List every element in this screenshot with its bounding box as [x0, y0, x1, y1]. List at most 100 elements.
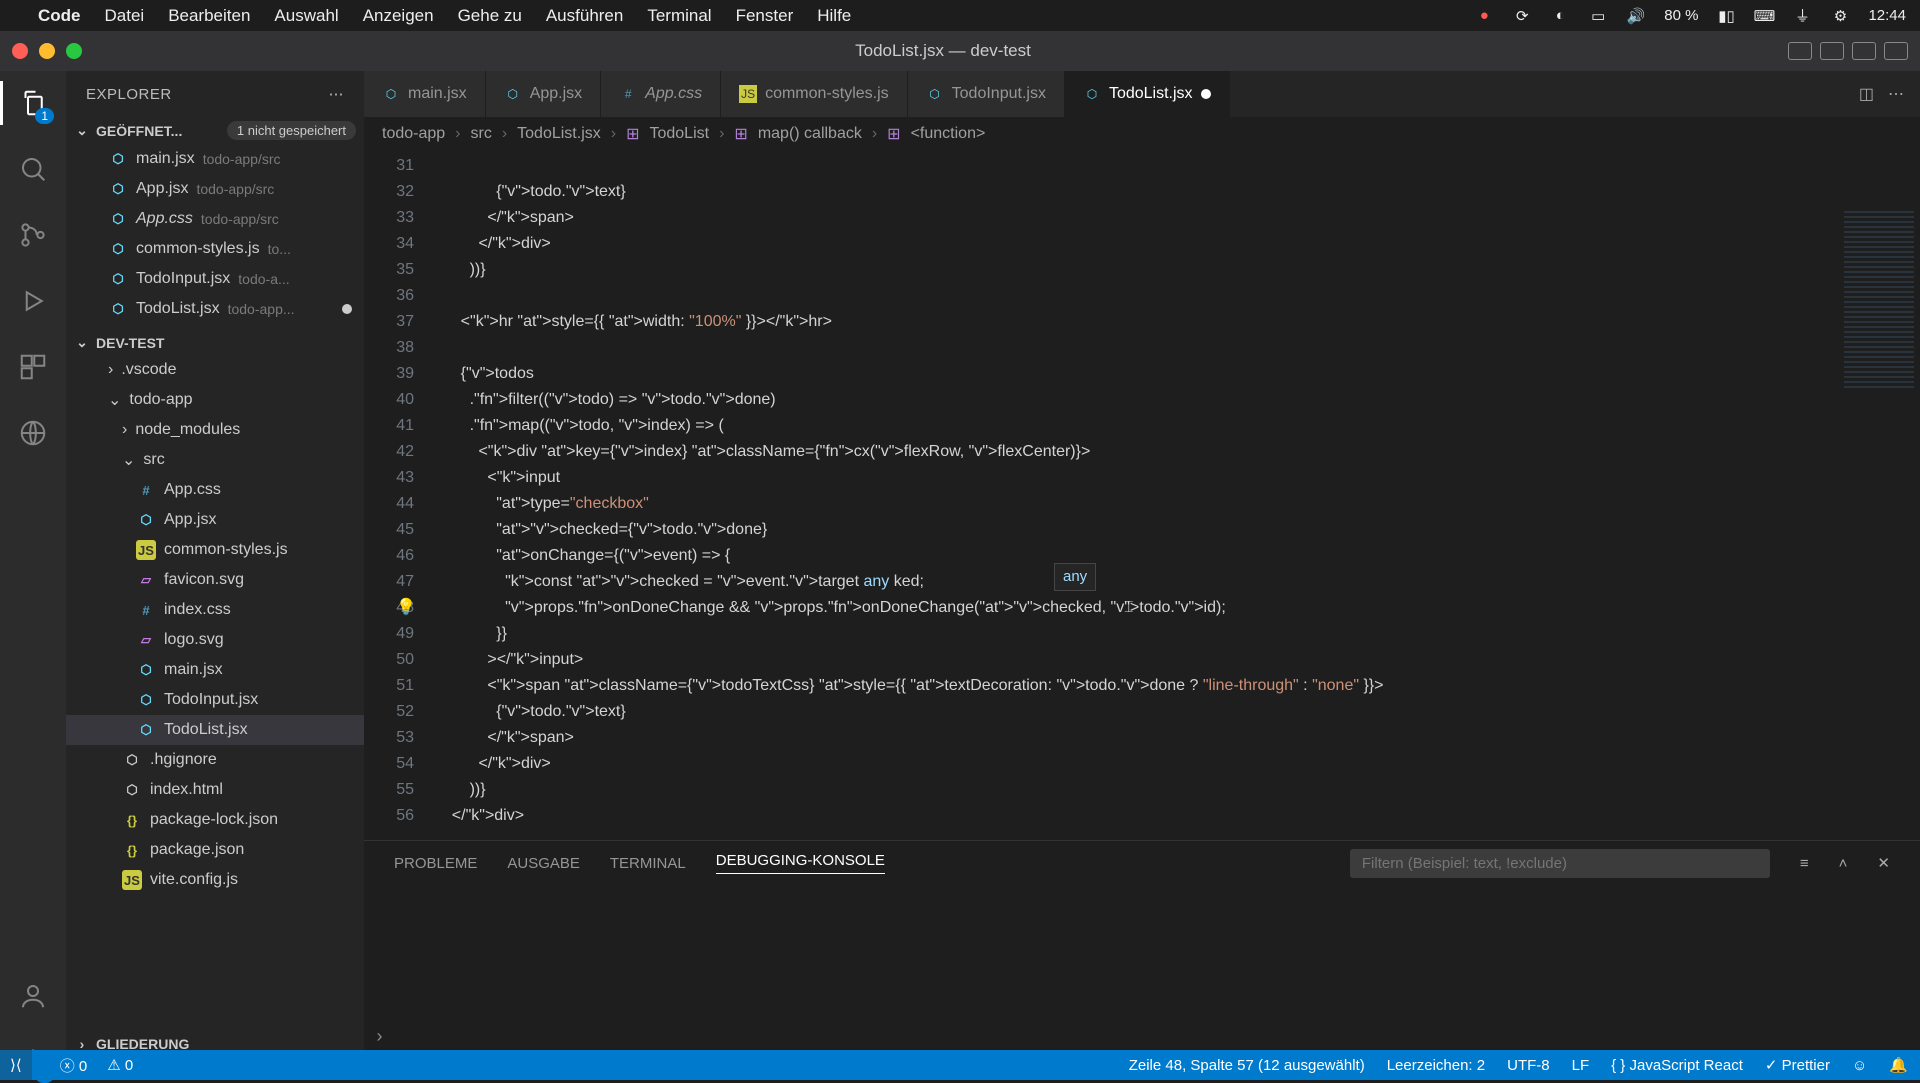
file-item[interactable]: ⬡main.jsx: [66, 655, 364, 685]
lightbulb-icon[interactable]: 💡: [396, 595, 416, 621]
editor-tab[interactable]: ⬡main.jsx: [364, 71, 486, 117]
toggle-sidebar-icon[interactable]: [1788, 42, 1812, 60]
sync-icon[interactable]: ⟳: [1512, 9, 1532, 23]
file-item[interactable]: ⬡TodoList.jsx: [66, 715, 364, 745]
editor-tab[interactable]: ⬡App.jsx: [486, 71, 601, 117]
folder-item[interactable]: ⌄todo-app: [66, 385, 364, 415]
menu-view[interactable]: Anzeigen: [363, 6, 434, 26]
open-editor-item[interactable]: ⬡main.jsx todo-app/src: [66, 144, 364, 174]
breadcrumb[interactable]: todo-app›src›TodoList.jsx›⊞TodoList›⊞map…: [364, 117, 1920, 151]
menu-run[interactable]: Ausführen: [546, 6, 624, 26]
activity-remote-icon[interactable]: [15, 415, 51, 451]
project-header[interactable]: ⌄ DEV-TEST: [66, 330, 364, 355]
file-item[interactable]: ▱logo.svg: [66, 625, 364, 655]
file-item[interactable]: JSvite.config.js: [66, 865, 364, 895]
editor-tab[interactable]: JScommon-styles.js: [721, 71, 908, 117]
status-cursor-position[interactable]: Zeile 48, Spalte 57 (12 ausgewählt): [1129, 1057, 1365, 1074]
minimap[interactable]: [1824, 151, 1920, 840]
status-language[interactable]: { } JavaScript React: [1611, 1057, 1743, 1074]
file-item[interactable]: ▱favicon.svg: [66, 565, 364, 595]
sidebar-more-icon[interactable]: ⋯: [329, 85, 345, 103]
file-item[interactable]: ⬡App.jsx: [66, 505, 364, 535]
panel-tab-problems[interactable]: PROBLEME: [394, 855, 477, 872]
open-editor-item[interactable]: ⬡TodoInput.jsx todo-a...: [66, 264, 364, 294]
activity-source-control-icon[interactable]: [15, 217, 51, 253]
dnd-icon[interactable]: ◐: [1550, 9, 1570, 23]
menu-selection[interactable]: Auswahl: [274, 6, 338, 26]
code-editor[interactable]: {"v">todo."v">text} </"k">span> </"k">di…: [434, 151, 1824, 840]
toggle-secondary-sidebar-icon[interactable]: [1852, 42, 1876, 60]
panel-tab-debug-console[interactable]: DEBUGGING-KONSOLE: [716, 852, 885, 874]
editor-tab[interactable]: ⬡TodoList.jsx: [1065, 71, 1230, 117]
breadcrumb-item[interactable]: map() callback: [758, 125, 862, 143]
breadcrumb-item[interactable]: <function>: [911, 125, 986, 143]
open-editor-item[interactable]: ⬡App.css todo-app/src: [66, 204, 364, 234]
folder-item[interactable]: ›.vscode: [66, 355, 364, 385]
open-editor-item[interactable]: ⬡TodoList.jsx todo-app...: [66, 294, 364, 324]
folder-item[interactable]: ›node_modules: [66, 415, 364, 445]
wifi-icon[interactable]: ⏚: [1792, 9, 1812, 23]
status-eol[interactable]: LF: [1572, 1057, 1590, 1074]
window-close-button[interactable]: [12, 43, 28, 59]
breadcrumb-item[interactable]: src: [471, 125, 492, 143]
activity-explorer-icon[interactable]: 1: [15, 85, 51, 121]
window-maximize-button[interactable]: [66, 43, 82, 59]
file-icon: #: [136, 480, 156, 500]
panel-settings-icon[interactable]: ≡: [1800, 855, 1809, 872]
menu-help[interactable]: Hilfe: [817, 6, 851, 26]
activity-search-icon[interactable]: [15, 151, 51, 187]
control-center-icon[interactable]: ⚙: [1830, 9, 1850, 23]
status-indent[interactable]: Leerzeichen: 2: [1387, 1057, 1485, 1074]
file-item[interactable]: {}package-lock.json: [66, 805, 364, 835]
menubar-app-name[interactable]: Code: [38, 6, 81, 26]
file-item[interactable]: ⬡index.html: [66, 775, 364, 805]
activity-extensions-icon[interactable]: [15, 349, 51, 385]
menu-file[interactable]: Datei: [105, 6, 145, 26]
breadcrumb-item[interactable]: TodoList.jsx: [517, 125, 601, 143]
breadcrumb-item[interactable]: TodoList: [649, 125, 709, 143]
split-editor-icon[interactable]: ◫: [1859, 84, 1874, 104]
open-editor-item[interactable]: ⬡App.jsx todo-app/src: [66, 174, 364, 204]
activity-account-icon[interactable]: [15, 978, 51, 1014]
bottom-panel: PROBLEME AUSGABE TERMINAL DEBUGGING-KONS…: [364, 840, 1920, 1080]
status-errors[interactable]: ⓧ 0: [60, 1055, 88, 1076]
menu-edit[interactable]: Bearbeiten: [168, 6, 250, 26]
volume-icon[interactable]: 🔊: [1626, 9, 1646, 23]
remote-indicator[interactable]: ⟩⟨: [0, 1050, 32, 1080]
menu-window[interactable]: Fenster: [736, 6, 794, 26]
file-item[interactable]: ⬡TodoInput.jsx: [66, 685, 364, 715]
keyboard-layout-icon[interactable]: ⌨: [1754, 9, 1774, 23]
file-item[interactable]: JScommon-styles.js: [66, 535, 364, 565]
editor-tab[interactable]: ⬡TodoInput.jsx: [908, 71, 1065, 117]
panel-close-icon[interactable]: ✕: [1877, 854, 1890, 872]
panel-tab-terminal[interactable]: TERMINAL: [610, 855, 686, 872]
open-editors-header[interactable]: ⌄ GEÖFFNET... 1 nicht gespeichert: [66, 117, 364, 144]
status-warnings[interactable]: ⚠ 0: [107, 1056, 133, 1074]
status-prettier[interactable]: ✓ Prettier: [1765, 1056, 1830, 1074]
toggle-panel-icon[interactable]: [1820, 42, 1844, 60]
folder-item[interactable]: ⌄src: [66, 445, 364, 475]
menu-terminal[interactable]: Terminal: [647, 6, 711, 26]
debug-console-filter-input[interactable]: [1350, 849, 1770, 878]
status-bell-icon[interactable]: 🔔: [1889, 1056, 1908, 1074]
file-item[interactable]: #index.css: [66, 595, 364, 625]
activity-run-debug-icon[interactable]: [15, 283, 51, 319]
open-editor-item[interactable]: ⬡common-styles.js to...: [66, 234, 364, 264]
menu-go[interactable]: Gehe zu: [458, 6, 522, 26]
file-item[interactable]: #App.css: [66, 475, 364, 505]
window-minimize-button[interactable]: [39, 43, 55, 59]
file-item[interactable]: ⬡.hgignore: [66, 745, 364, 775]
menubar-clock[interactable]: 12:44: [1868, 7, 1906, 24]
editor-tab[interactable]: #App.css: [601, 71, 721, 117]
symbol-icon: ⊞: [887, 124, 900, 144]
panel-tab-output[interactable]: AUSGABE: [507, 855, 580, 872]
tab-more-icon[interactable]: ⋯: [1888, 84, 1904, 104]
customize-layout-icon[interactable]: [1884, 42, 1908, 60]
display-icon[interactable]: ▭: [1588, 9, 1608, 23]
panel-collapse-icon[interactable]: ˄: [1839, 855, 1848, 872]
breadcrumb-item[interactable]: todo-app: [382, 125, 445, 143]
status-feedback-icon[interactable]: ☺: [1852, 1057, 1867, 1074]
debug-console-prompt[interactable]: ›: [374, 1028, 385, 1048]
file-item[interactable]: {}package.json: [66, 835, 364, 865]
status-encoding[interactable]: UTF-8: [1507, 1057, 1550, 1074]
